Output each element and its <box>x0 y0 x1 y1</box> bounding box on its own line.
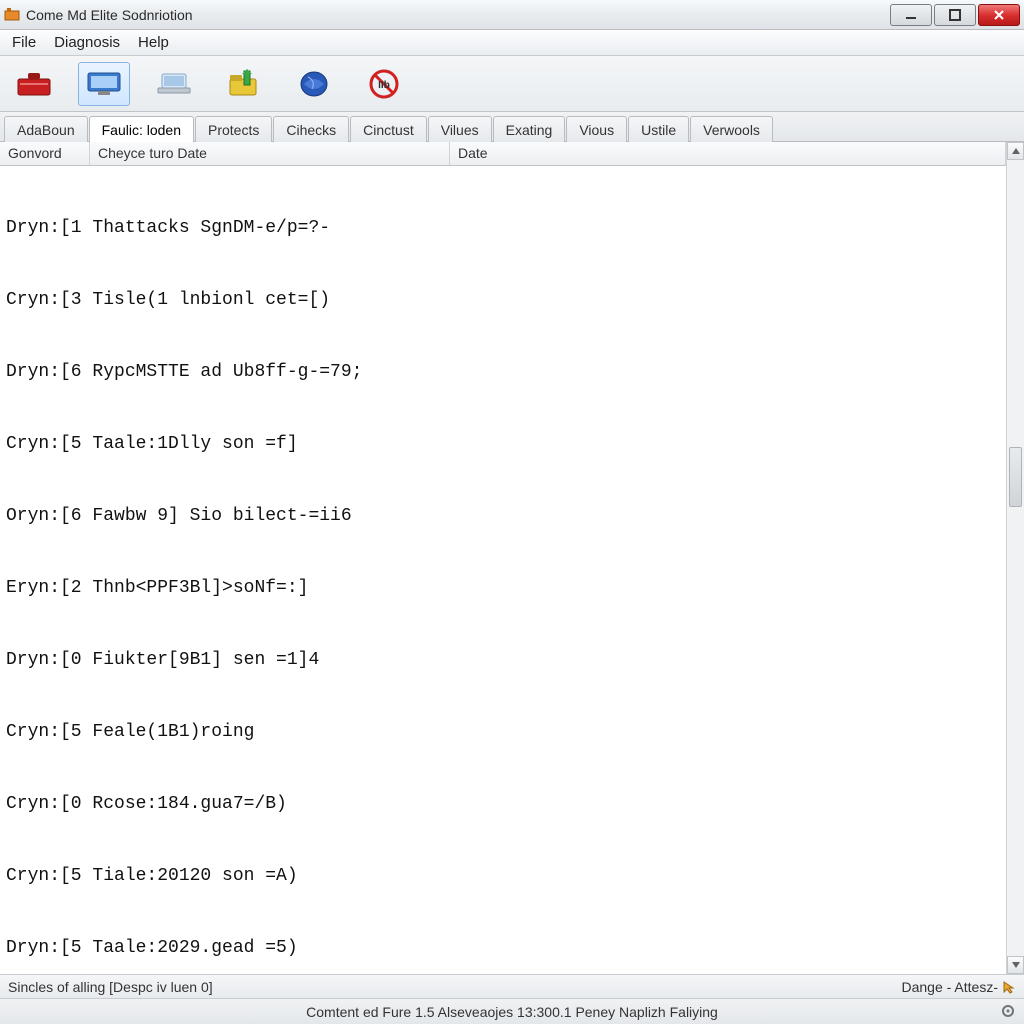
log-row[interactable]: Dryn:[5 Taale:2029.gead =5) <box>6 936 1000 960</box>
log-row[interactable]: Cryn:[3 Tisle(1 lnbionl cet=[) <box>6 288 1000 312</box>
log-row[interactable]: Dryn:[6 RypcMSTTE ad Ub8ff-g-=79; <box>6 360 1000 384</box>
cursor-icon <box>1002 980 1016 994</box>
tab-adaboun[interactable]: AdaBoun <box>4 116 88 142</box>
monitor-icon <box>84 69 124 99</box>
tab-cinctust[interactable]: Cinctust <box>350 116 427 142</box>
log-row[interactable]: Cryn:[5 Taale:1Dlly son =f] <box>6 432 1000 456</box>
tab-protects[interactable]: Protects <box>195 116 272 142</box>
footer-text: Comtent ed Fure 1.5 Alseveaojes 13:300.1… <box>306 1004 718 1020</box>
laptop-icon <box>154 69 194 99</box>
maximize-button[interactable] <box>934 4 976 26</box>
log-row[interactable]: Oryn:[6 Fawbw 9] Sio bilect-=ii6 <box>6 504 1000 528</box>
tab-verwools[interactable]: Verwools <box>690 116 773 142</box>
tab-cihecks[interactable]: Cihecks <box>273 116 349 142</box>
close-button[interactable] <box>978 4 1020 26</box>
content-panel: Gonvord Cheyce turo Date Date Dryn:[1 Th… <box>0 142 1006 974</box>
window-controls <box>888 4 1020 26</box>
title-bar: Come Md Elite Sodnriotion <box>0 0 1024 30</box>
column-headers: Gonvord Cheyce turo Date Date <box>0 142 1006 166</box>
prohibited-icon: IIb <box>364 69 404 99</box>
scroll-track[interactable] <box>1007 160 1024 956</box>
log-row[interactable]: Cryn:[0 Rcose:184.gua7=/B) <box>6 792 1000 816</box>
minimize-icon <box>905 9 917 21</box>
toolbar-tool-6[interactable]: IIb <box>358 62 410 106</box>
toolbox-icon <box>14 69 54 99</box>
folder-tool-icon <box>224 69 264 99</box>
close-icon <box>993 9 1005 21</box>
minimize-button[interactable] <box>890 4 932 26</box>
app-icon <box>4 7 20 23</box>
toolbar-tool-5[interactable] <box>288 62 340 106</box>
globe-icon <box>294 69 334 99</box>
app-window: Come Md Elite Sodnriotion File Diagnosis… <box>0 0 1024 1024</box>
chevron-down-icon <box>1011 960 1021 970</box>
tab-ustile[interactable]: Ustile <box>628 116 689 142</box>
tab-vilues[interactable]: Vilues <box>428 116 492 142</box>
window-title: Come Md Elite Sodnriotion <box>26 7 888 23</box>
column-cheyce[interactable]: Cheyce turo Date <box>90 142 450 165</box>
log-row[interactable]: Eryn:[2 Thnb<PPF3Bl]>soNf=:] <box>6 576 1000 600</box>
chevron-up-icon <box>1011 146 1021 156</box>
status-left-text: Sincles of alling [Despc iv luen 0] <box>8 979 213 995</box>
tab-faulic[interactable]: Faulic: loden <box>89 116 194 142</box>
toolbar-tool-4[interactable] <box>218 62 270 106</box>
log-row[interactable]: Dryn:[0 Fiukter[9B1] sen =1]4 <box>6 648 1000 672</box>
menu-diagnosis[interactable]: Diagnosis <box>48 31 132 54</box>
column-gonvord[interactable]: Gonvord <box>0 142 90 165</box>
svg-text:IIb: IIb <box>378 80 390 91</box>
menu-bar: File Diagnosis Help <box>0 30 1024 56</box>
log-row[interactable]: Dryn:[1 Thattacks SgnDM-e/p=?- <box>6 216 1000 240</box>
scroll-thumb[interactable] <box>1009 447 1022 507</box>
status-bar: Sincles of alling [Despc iv luen 0] Dang… <box>0 974 1024 998</box>
menu-help[interactable]: Help <box>132 31 181 54</box>
log-row[interactable]: Cryn:[5 Tiale:20120 son =A) <box>6 864 1000 888</box>
content-area: Gonvord Cheyce turo Date Date Dryn:[1 Th… <box>0 142 1024 974</box>
tab-exating[interactable]: Exating <box>493 116 566 142</box>
log-rows: Dryn:[1 Thattacks SgnDM-e/p=?- Cryn:[3 T… <box>0 166 1006 974</box>
tab-strip: AdaBoun Faulic: loden Protects Cihecks C… <box>0 112 1024 142</box>
menu-file[interactable]: File <box>6 31 48 54</box>
toolbar-tool-3[interactable] <box>148 62 200 106</box>
status-right-text: Dange - Attesz- <box>902 979 999 995</box>
footer-bar: Comtent ed Fure 1.5 Alseveaojes 13:300.1… <box>0 998 1024 1024</box>
tab-vious[interactable]: Vious <box>566 116 627 142</box>
log-row[interactable]: Cryn:[5 Feale(1B1)roing <box>6 720 1000 744</box>
toolbar-tool-2[interactable] <box>78 62 130 106</box>
scroll-up-button[interactable] <box>1007 142 1024 160</box>
toolbar-tool-1[interactable] <box>8 62 60 106</box>
maximize-icon <box>949 9 961 21</box>
gear-icon <box>1000 1003 1016 1019</box>
scroll-down-button[interactable] <box>1007 956 1024 974</box>
vertical-scrollbar[interactable] <box>1006 142 1024 974</box>
footer-icon <box>1000 1003 1016 1022</box>
toolbar: IIb <box>0 56 1024 112</box>
column-date[interactable]: Date <box>450 142 1006 165</box>
